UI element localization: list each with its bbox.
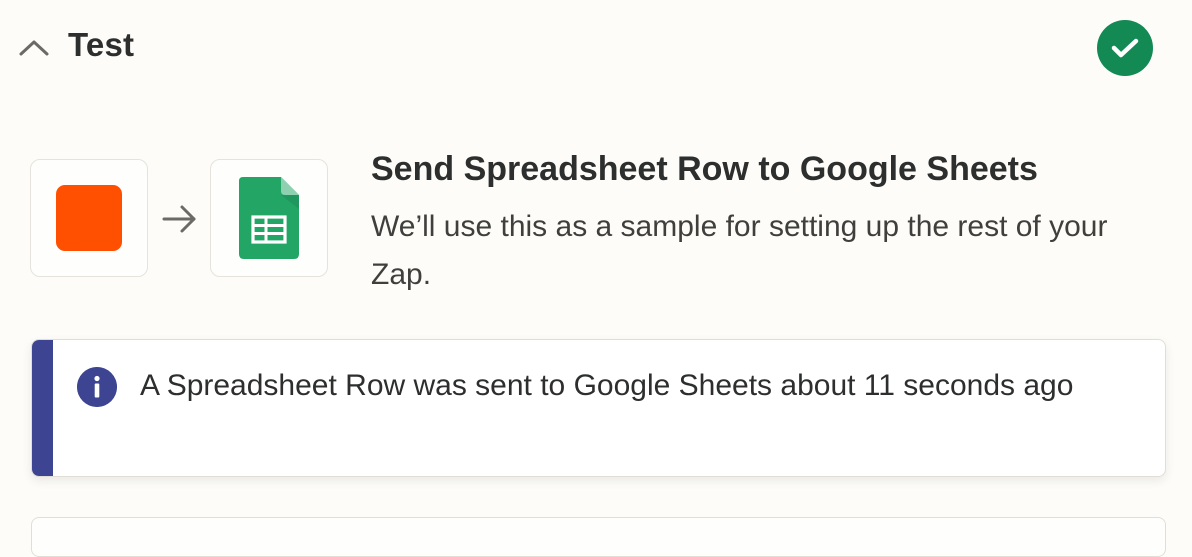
arrow-right-icon (162, 205, 196, 233)
collapse-toggle[interactable] (14, 30, 54, 64)
action-app-tile (210, 159, 328, 277)
test-section-header: Test (0, 0, 1192, 96)
chevron-up-icon (19, 40, 49, 56)
success-check-icon (1097, 20, 1153, 76)
next-section-card (31, 517, 1166, 557)
section-title: Test (68, 26, 135, 63)
info-icon (77, 367, 117, 407)
zapier-orange-square-icon (56, 185, 122, 251)
notice-message: A Spreadsheet Row was sent to Google She… (140, 369, 1074, 402)
step-title: Send Spreadsheet Row to Google Sheets (371, 150, 1038, 188)
step-description: We’ll use this as a sample for setting u… (371, 210, 1108, 291)
trigger-app-tile (30, 159, 148, 277)
google-sheets-icon (239, 177, 299, 259)
notice-accent-bar (32, 340, 53, 476)
test-result-notice: A Spreadsheet Row was sent to Google She… (31, 339, 1166, 477)
